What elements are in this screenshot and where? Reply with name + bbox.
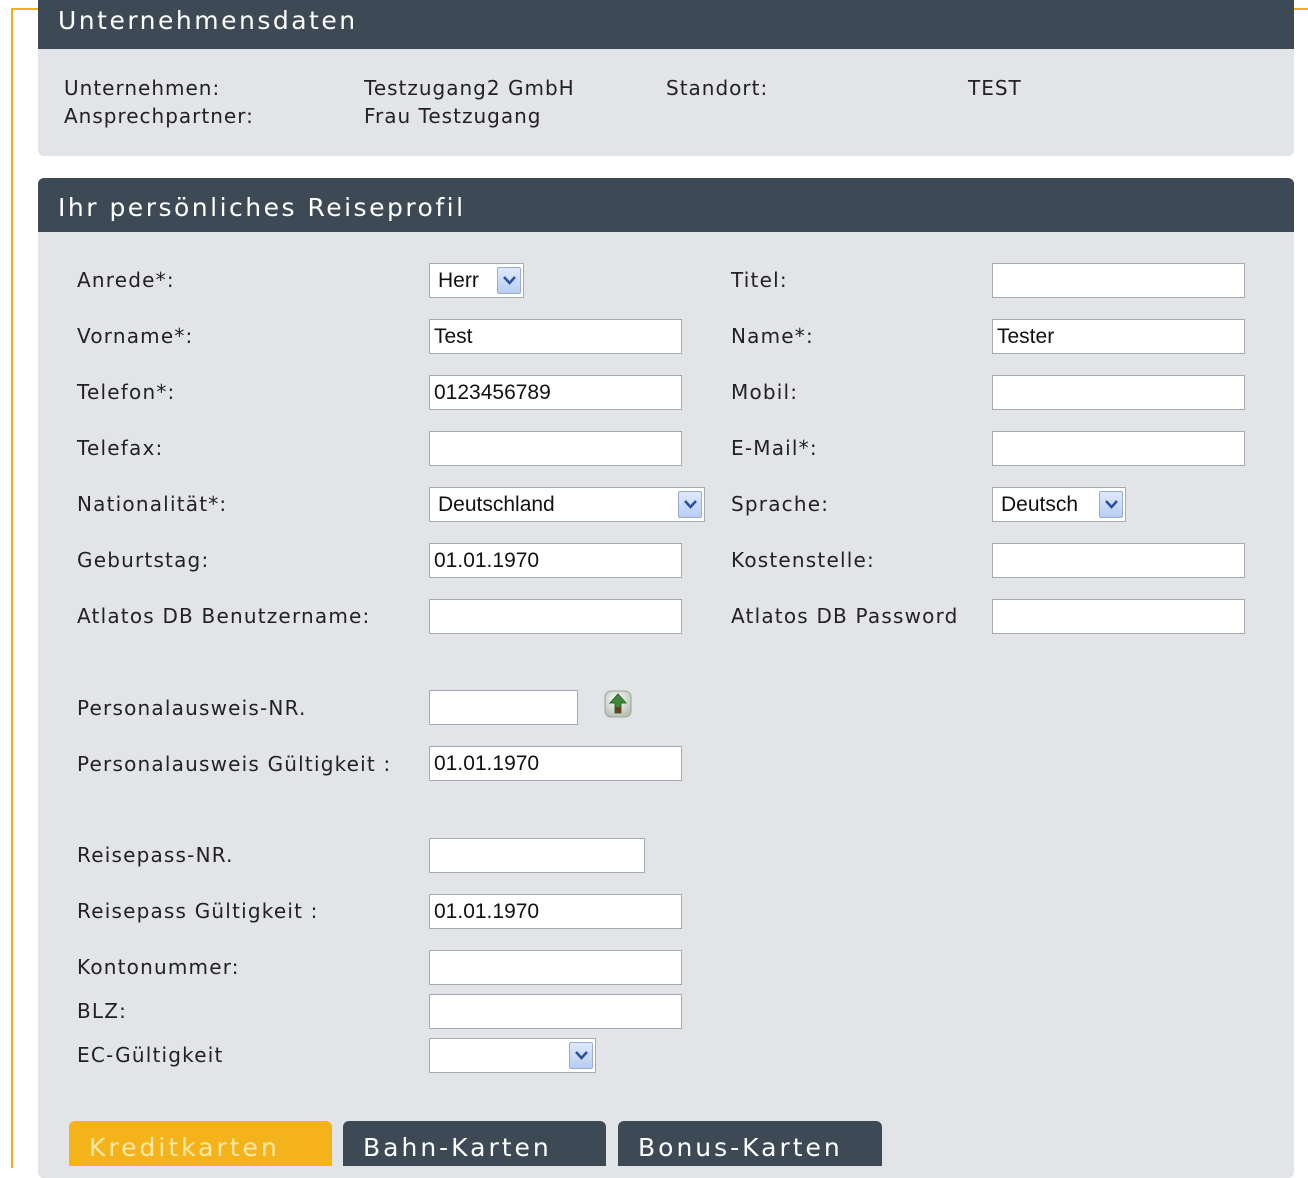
vorname-label: Vorname*:: [77, 324, 194, 348]
titel-label: Titel:: [731, 268, 788, 292]
tab-bonus-karten[interactable]: Bonus-Karten: [618, 1121, 882, 1166]
chevron-down-icon[interactable]: [678, 491, 702, 518]
travel-profile-title: Ihr persönliches Reiseprofil: [58, 193, 466, 222]
company-data-header: Unternehmensdaten: [38, 0, 1294, 49]
chevron-down-icon[interactable]: [497, 267, 521, 294]
vorname-input[interactable]: Test: [429, 319, 682, 354]
company-data-title: Unternehmensdaten: [58, 6, 358, 35]
reisepass-gueltig-label: Reisepass Gültigkeit :: [77, 899, 319, 923]
db-password-input[interactable]: [992, 599, 1245, 634]
telefon-label: Telefon*:: [77, 380, 176, 404]
contact-value: Frau Testzugang: [364, 104, 542, 128]
tab-kreditkarten-label: Kreditkarten: [89, 1133, 280, 1162]
location-label: Standort:: [666, 76, 769, 100]
ec-gueltigkeit-select[interactable]: [429, 1038, 596, 1073]
personalausweis-nr-label: Personalausweis-NR.: [77, 696, 307, 720]
kostenstelle-input[interactable]: [992, 543, 1245, 578]
personalausweis-gueltig-input[interactable]: 01.01.1970: [429, 746, 682, 781]
db-username-label: Atlatos DB Benutzername:: [77, 604, 371, 628]
tab-bahn-karten[interactable]: Bahn-Karten: [343, 1121, 606, 1166]
chevron-down-icon[interactable]: [569, 1042, 593, 1069]
company-label: Unternehmen:: [64, 76, 221, 100]
name-label: Name*:: [731, 324, 814, 348]
anrede-label: Anrede*:: [77, 268, 175, 292]
ec-gueltigkeit-label: EC-Gültigkeit: [77, 1043, 224, 1067]
anrede-value: Herr: [438, 269, 479, 292]
kontonummer-label: Kontonummer:: [77, 955, 240, 979]
sprache-select[interactable]: Deutsch: [992, 487, 1126, 522]
tab-bonus-karten-label: Bonus-Karten: [638, 1133, 843, 1162]
location-value: TEST: [968, 76, 1022, 100]
sprache-label: Sprache:: [731, 492, 830, 516]
titel-input[interactable]: [992, 263, 1245, 298]
sprache-value: Deutsch: [1001, 493, 1079, 516]
company-value: Testzugang2 GmbH: [364, 76, 575, 100]
reisepass-nr-label: Reisepass-NR.: [77, 843, 234, 867]
reisepass-nr-input[interactable]: [429, 838, 645, 873]
personalausweis-nr-input[interactable]: [429, 690, 578, 725]
email-label: E-Mail*:: [731, 436, 818, 460]
tab-bahn-karten-label: Bahn-Karten: [363, 1133, 552, 1162]
db-password-label: Atlatos DB Password: [731, 604, 959, 628]
blz-label: BLZ:: [77, 999, 128, 1023]
upload-arrow-icon[interactable]: [603, 689, 633, 719]
email-input[interactable]: [992, 431, 1245, 466]
geburtstag-input[interactable]: 01.01.1970: [429, 543, 682, 578]
blz-input[interactable]: [429, 994, 682, 1029]
nationalitaet-label: Nationalität*:: [77, 492, 228, 516]
kontonummer-input[interactable]: [429, 950, 682, 985]
name-input[interactable]: Tester: [992, 319, 1245, 354]
telefon-input[interactable]: 0123456789: [429, 375, 682, 410]
kostenstelle-label: Kostenstelle:: [731, 548, 875, 572]
mobil-input[interactable]: [992, 375, 1245, 410]
nationalitaet-value: Deutschland: [438, 493, 555, 516]
telefax-label: Telefax:: [77, 436, 164, 460]
anrede-select[interactable]: Herr: [429, 263, 524, 298]
reisepass-gueltig-input[interactable]: 01.01.1970: [429, 894, 682, 929]
chevron-down-icon[interactable]: [1099, 491, 1123, 518]
travel-profile-header: Ihr persönliches Reiseprofil: [38, 178, 1294, 232]
db-username-input[interactable]: [429, 599, 682, 634]
tab-kreditkarten[interactable]: Kreditkarten: [69, 1121, 332, 1166]
telefax-input[interactable]: [429, 431, 682, 466]
geburtstag-label: Geburtstag:: [77, 548, 210, 572]
contact-label: Ansprechpartner:: [64, 104, 254, 128]
nationalitaet-select[interactable]: Deutschland: [429, 487, 705, 522]
personalausweis-gueltig-label: Personalausweis Gültigkeit :: [77, 752, 392, 776]
mobil-label: Mobil:: [731, 380, 799, 404]
